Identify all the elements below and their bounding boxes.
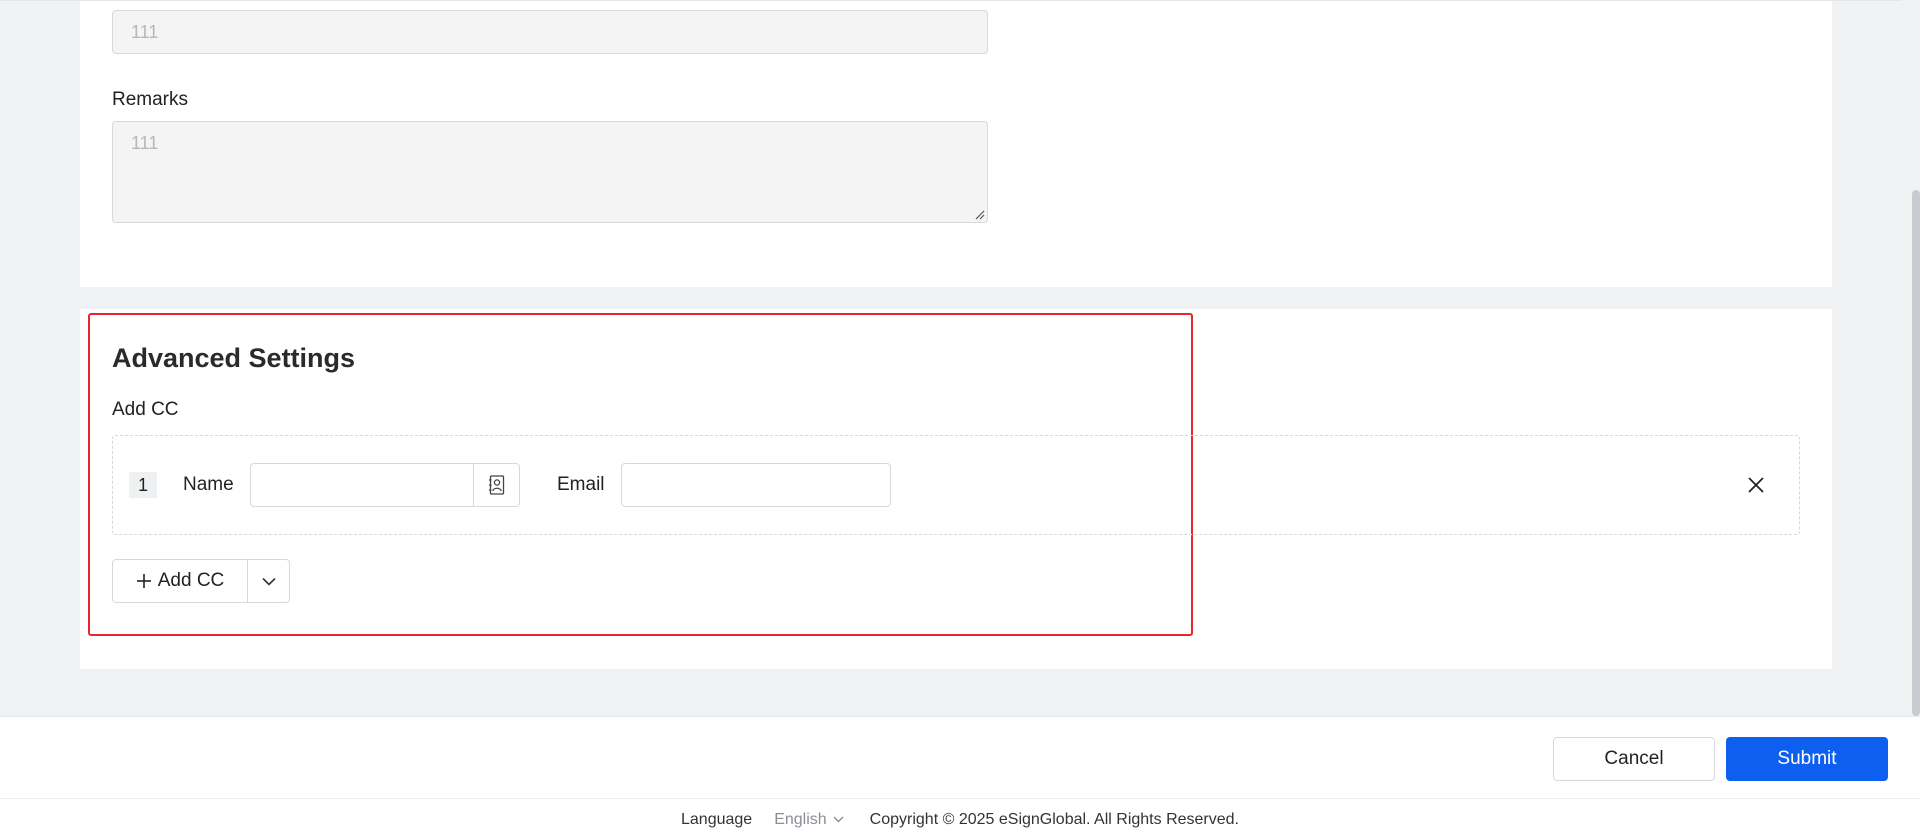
chevron-down-icon: [833, 816, 844, 823]
close-icon: [1748, 477, 1764, 493]
remarks-value: 111: [131, 133, 159, 153]
advanced-settings-card: Advanced Settings Add CC 1 Name Email Ad…: [80, 309, 1832, 669]
copyright-text: Copyright © 2025 eSignGlobal. All Rights…: [869, 810, 1239, 828]
chevron-down-icon: [261, 577, 276, 586]
cc-name-label: Name: [183, 474, 234, 495]
scrollbar-thumb[interactable]: [1912, 190, 1920, 716]
cc-row: 1 Name Email: [112, 435, 1800, 535]
cc-email-input[interactable]: [621, 463, 891, 507]
add-cc-button[interactable]: Add CC: [113, 560, 247, 602]
add-cc-button-label: Add CC: [157, 570, 225, 591]
cc-name-input[interactable]: [250, 463, 520, 507]
cc-email-label: Email: [557, 474, 605, 495]
submit-button[interactable]: Submit: [1726, 737, 1888, 781]
add-cc-dropdown-button[interactable]: [247, 560, 289, 602]
disabled-text-field: 111: [112, 10, 988, 54]
language-value: English: [774, 810, 827, 828]
basic-info-card: 111 Remarks 111: [80, 1, 1832, 287]
section-title: Advanced Settings: [112, 343, 356, 373]
cancel-button[interactable]: Cancel: [1553, 737, 1715, 781]
action-bar: Cancel Submit: [0, 716, 1920, 798]
add-cc-label: Add CC: [112, 399, 179, 420]
content-area: 111 Remarks 111 Advanced Settings Add CC…: [0, 0, 1902, 716]
remove-cc-button[interactable]: [1743, 472, 1769, 498]
footer: Language English Copyright © 2025 eSignG…: [0, 798, 1920, 840]
remarks-textarea: 111: [112, 121, 988, 223]
language-label: Language: [681, 810, 753, 828]
contact-picker-button[interactable]: [473, 464, 519, 506]
cc-row-index: 1: [129, 472, 157, 498]
resize-grip-icon[interactable]: [973, 208, 985, 220]
add-cc-button-group: Add CC: [112, 559, 290, 603]
remarks-label: Remarks: [112, 89, 189, 110]
plus-icon: [136, 574, 151, 588]
contacts-icon: [488, 475, 504, 495]
language-select[interactable]: English: [774, 810, 844, 829]
